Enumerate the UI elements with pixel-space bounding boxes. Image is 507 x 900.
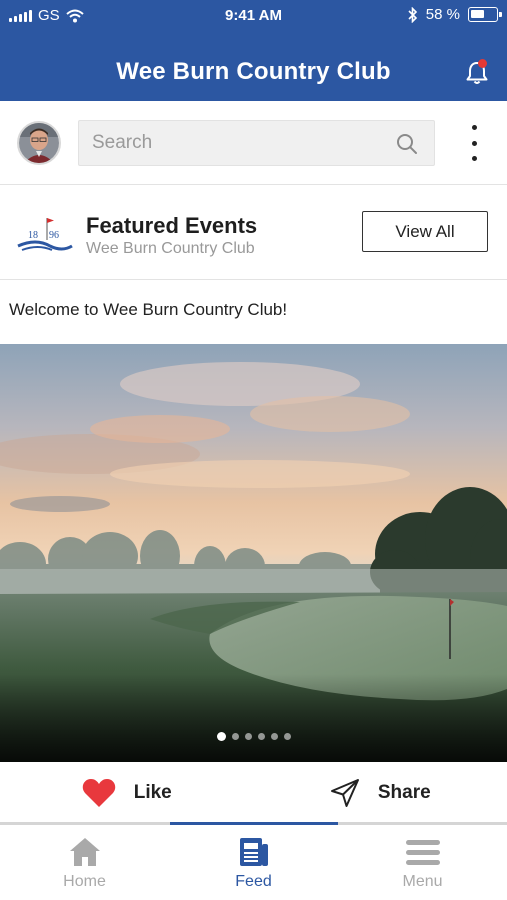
tab-menu[interactable]: Menu — [338, 825, 507, 900]
carousel-dot[interactable] — [283, 733, 291, 740]
view-all-button[interactable]: View All — [362, 211, 488, 252]
share-button[interactable]: Share — [254, 762, 507, 824]
tab-home[interactable]: Home — [0, 825, 169, 900]
carousel-dot[interactable] — [216, 732, 226, 741]
app-header: GS 9:41 AM 58 % Wee Burn Country Club — [0, 0, 507, 101]
avatar[interactable] — [17, 121, 61, 165]
battery-icon — [468, 7, 502, 22]
user-photo — [19, 123, 59, 163]
carousel-dot[interactable] — [257, 733, 265, 740]
send-icon — [330, 779, 359, 807]
notification-badge — [478, 59, 487, 68]
search-box[interactable] — [78, 120, 435, 166]
golf-course-photo — [0, 344, 507, 762]
carousel-indicator — [0, 732, 507, 741]
heart-icon — [82, 779, 115, 807]
carousel-dot[interactable] — [244, 733, 252, 740]
active-tab-indicator — [170, 822, 338, 825]
tab-home-label: Home — [63, 873, 106, 890]
notification-bell-icon[interactable] — [462, 58, 492, 88]
post-actions: Like Share — [0, 762, 507, 824]
club-logo: 18 96 — [17, 218, 73, 251]
more-options-icon[interactable] — [462, 123, 486, 163]
carousel-dot[interactable] — [270, 733, 278, 740]
featured-events-card: 18 96 Featured Events Wee Burn Country C… — [0, 186, 507, 280]
tab-feed-label: Feed — [235, 873, 272, 890]
tab-menu-label: Menu — [402, 873, 443, 890]
home-icon — [69, 838, 100, 866]
post-image[interactable] — [0, 344, 507, 762]
logo-lettering: 18 — [28, 230, 38, 241]
menu-icon — [405, 840, 440, 865]
search-row — [0, 101, 507, 185]
search-icon[interactable] — [396, 133, 418, 155]
battery-fill — [471, 10, 484, 18]
tab-feed[interactable]: Feed — [169, 825, 338, 900]
featured-title: Featured Events — [86, 213, 258, 238]
search-input[interactable] — [92, 121, 382, 165]
status-right: 58 % — [408, 6, 502, 23]
bluetooth-icon — [408, 6, 417, 23]
page-title: Wee Burn Country Club — [116, 58, 391, 85]
svg-text:96: 96 — [49, 230, 59, 241]
status-bar: GS 9:41 AM 58 % — [0, 0, 507, 32]
share-label: Share — [377, 782, 431, 803]
featured-subtitle: Wee Burn Country Club — [86, 240, 255, 257]
bottom-tab-bar: Home Feed Menu — [0, 822, 507, 900]
like-label: Like — [133, 782, 172, 803]
like-button[interactable]: Like — [0, 762, 254, 824]
battery-percent: 58 % — [425, 6, 460, 23]
carousel-dot[interactable] — [231, 733, 239, 740]
post-text: Welcome to Wee Burn Country Club! — [9, 300, 288, 319]
feed-icon — [239, 838, 268, 866]
